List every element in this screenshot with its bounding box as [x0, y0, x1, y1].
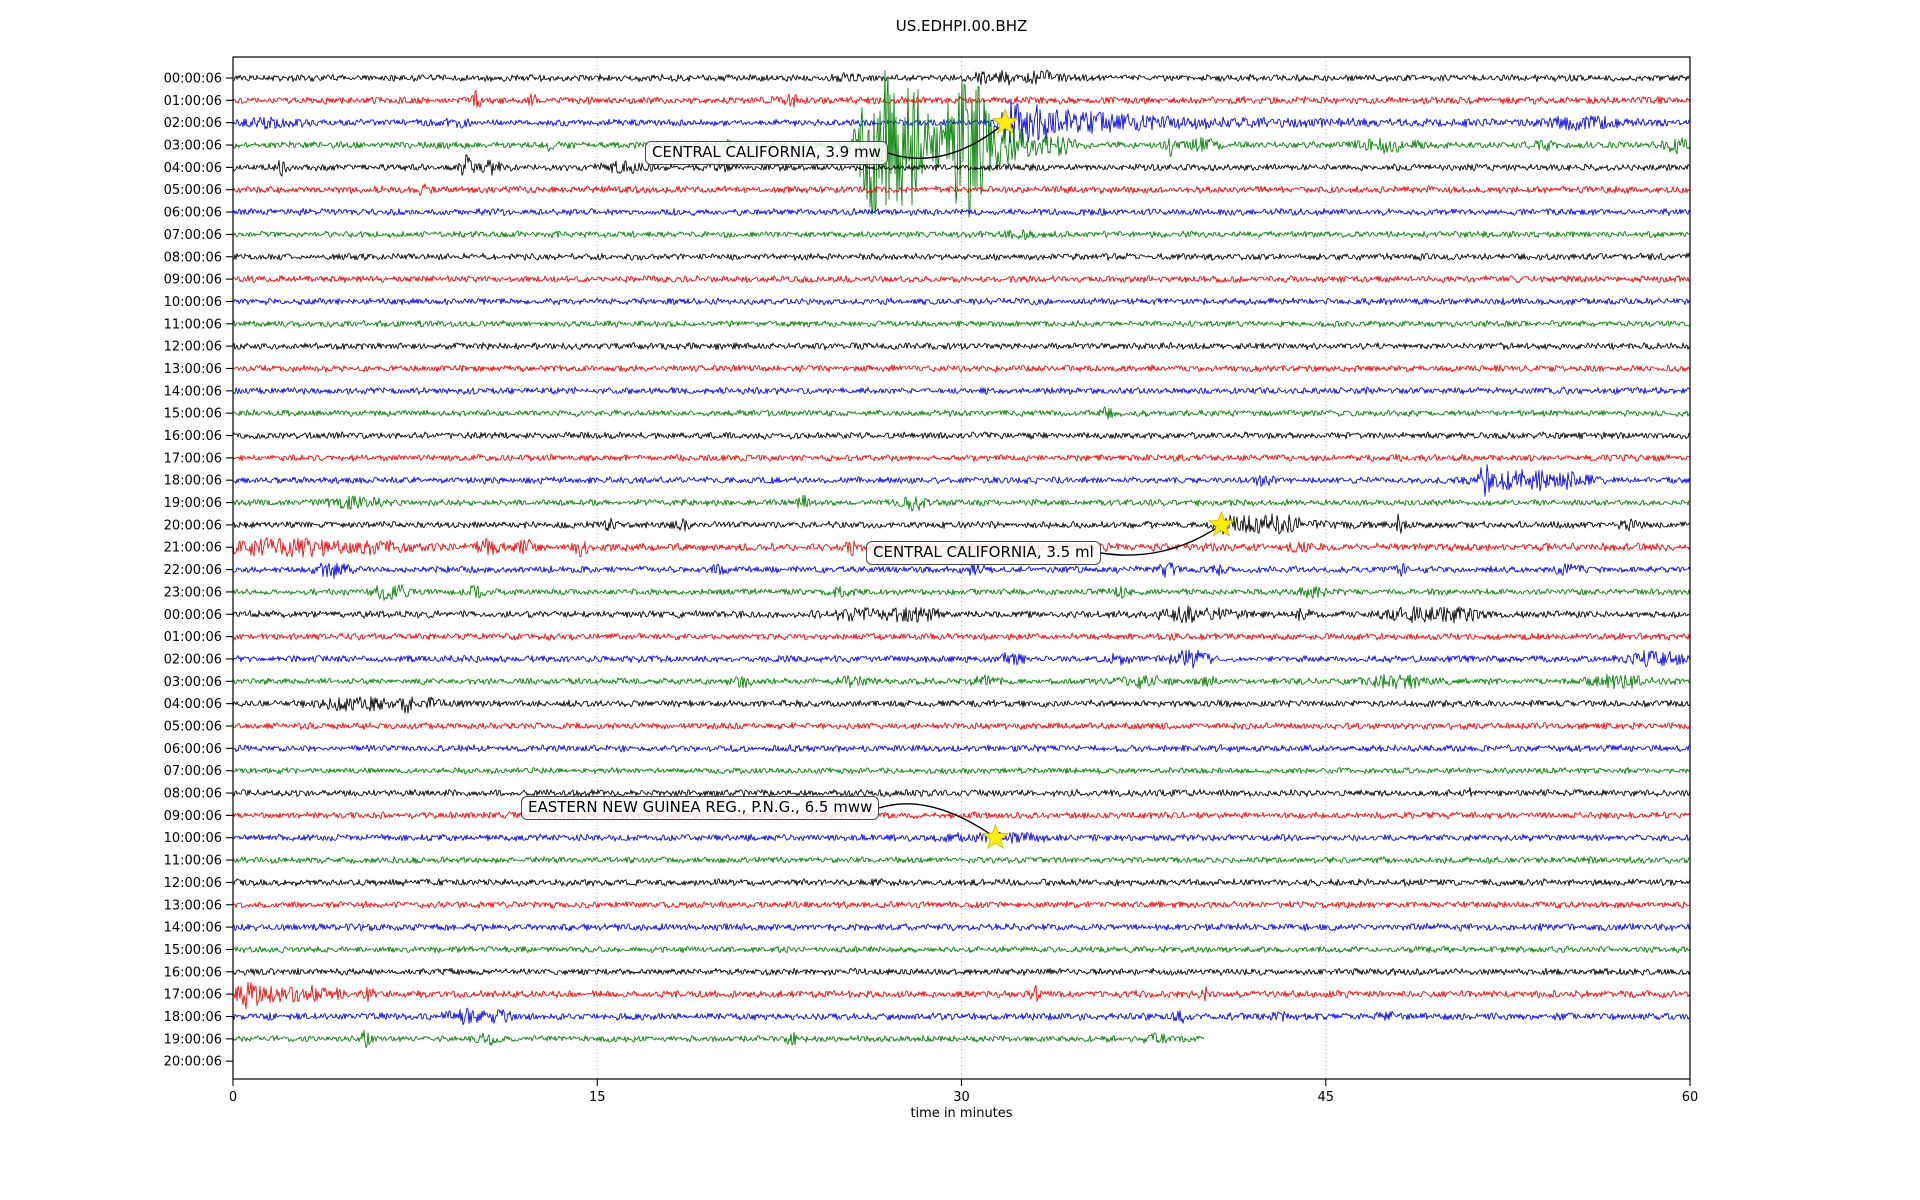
seismogram-figure: US.EDHPI.00.BHZ 00:00:0601:00:0602:00:06…	[0, 0, 1920, 1200]
y-tick-label: 19:00:06	[164, 1032, 222, 1047]
y-tick-label: 07:00:06	[164, 764, 222, 779]
y-tick-label: 14:00:06	[164, 921, 222, 936]
y-tick-label: 23:00:06	[164, 585, 222, 600]
y-tick-label: 08:00:06	[164, 787, 222, 802]
seismo-trace-170006	[233, 982, 1690, 1009]
seismo-trace-230006	[233, 585, 1690, 601]
y-tick-label: 00:00:06	[164, 72, 222, 87]
seismo-trace-080006	[233, 253, 1690, 261]
y-tick-label: 05:00:06	[164, 183, 222, 198]
y-tick-label: 12:00:06	[164, 876, 222, 891]
seismo-trace-160006	[233, 432, 1690, 439]
seismo-trace-010006	[233, 633, 1690, 640]
y-tick-label: 01:00:06	[164, 94, 222, 109]
y-tick-label: 13:00:06	[164, 362, 222, 377]
seismo-trace-000006	[233, 70, 1690, 85]
y-tick-label: 03:00:06	[164, 139, 222, 154]
seismo-trace-130006	[233, 365, 1690, 372]
y-tick-label: 05:00:06	[164, 720, 222, 735]
y-tick-label: 15:00:06	[164, 943, 222, 958]
y-tick-label: 02:00:06	[164, 652, 222, 667]
event-annotation-2: CENTRAL CALIFORNIA, 3.5 ml	[866, 541, 1101, 565]
seismo-trace-120006	[233, 343, 1690, 350]
y-tick-label: 21:00:06	[164, 541, 222, 556]
seismo-trace-190006	[233, 1030, 1204, 1047]
y-tick-label: 12:00:06	[164, 340, 222, 355]
event-annotation-3: EASTERN NEW GUINEA REG., P.N.G., 6.5 mww	[521, 796, 879, 820]
y-tick-label: 15:00:06	[164, 407, 222, 422]
event-connector-3	[879, 804, 995, 838]
y-tick-label: 06:00:06	[164, 742, 222, 757]
seismo-trace-050006	[233, 722, 1690, 729]
y-tick-label: 09:00:06	[164, 809, 222, 824]
seismo-trace-070006	[233, 768, 1690, 774]
y-tick-label: 16:00:06	[164, 965, 222, 980]
y-tick-label: 18:00:06	[164, 1010, 222, 1025]
seismo-trace-150006	[233, 946, 1690, 953]
y-tick-label: 20:00:06	[164, 1055, 222, 1070]
x-tick-label: 60	[1682, 1090, 1699, 1105]
y-tick-label: 01:00:06	[164, 630, 222, 645]
seismo-trace-040006	[233, 697, 1690, 713]
event-star-icon-3	[983, 825, 1008, 849]
seismo-trace-130006	[233, 901, 1690, 909]
y-tick-label: 20:00:06	[164, 518, 222, 533]
seismo-trace-070006	[233, 230, 1690, 240]
x-tick-label: 30	[953, 1090, 970, 1105]
seismo-trace-200006	[233, 514, 1690, 534]
seismo-trace-170006	[233, 454, 1690, 462]
y-tick-label: 17:00:06	[164, 451, 222, 466]
y-tick-label: 08:00:06	[164, 250, 222, 265]
x-axis-label: time in minutes	[233, 1106, 1690, 1121]
event-annotation-1: CENTRAL CALIFORNIA, 3.9 mw	[645, 141, 888, 165]
y-tick-label: 17:00:06	[164, 988, 222, 1003]
y-tick-label: 09:00:06	[164, 273, 222, 288]
y-tick-label: 04:00:06	[164, 161, 222, 176]
y-tick-label: 04:00:06	[164, 697, 222, 712]
y-tick-label: 03:00:06	[164, 675, 222, 690]
y-tick-label: 07:00:06	[164, 228, 222, 243]
y-tick-label: 14:00:06	[164, 384, 222, 399]
y-tick-label: 11:00:06	[164, 317, 222, 332]
seismo-trace-180006	[233, 1008, 1690, 1025]
y-tick-label: 11:00:06	[164, 854, 222, 869]
seismo-trace-000006	[233, 606, 1690, 623]
x-tick-label: 45	[1317, 1090, 1334, 1105]
y-tick-label: 06:00:06	[164, 206, 222, 221]
seismogram-canvas: 00:00:06 01:00:06 02:00:06 03:00:06 04:00:06…	[0, 0, 1920, 1200]
x-tick-label: 0	[229, 1090, 237, 1105]
y-tick-label: 16:00:06	[164, 429, 222, 444]
y-tick-label: 02:00:06	[164, 116, 222, 131]
y-tick-label: 13:00:06	[164, 898, 222, 913]
x-tick-label: 15	[589, 1090, 606, 1105]
y-tick-label: 18:00:06	[164, 474, 222, 489]
seismo-trace-030006	[233, 70, 1690, 217]
y-tick-label: 22:00:06	[164, 563, 222, 578]
y-tick-label: 10:00:06	[164, 831, 222, 846]
y-tick-label: 19:00:06	[164, 496, 222, 511]
y-tick-label: 10:00:06	[164, 295, 222, 310]
y-tick-label: 00:00:06	[164, 608, 222, 623]
